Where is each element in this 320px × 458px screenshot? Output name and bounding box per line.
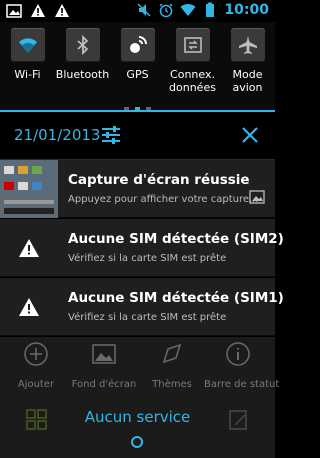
warning-icon [31,4,45,17]
toggle-wifi[interactable]: Wi-Fi [0,28,55,102]
notification-title: Capture d'écran réussie [68,172,250,188]
gps-icon [129,36,147,53]
clock: 10:00 [224,2,269,18]
toggle-label: Wi-Fi [14,68,41,81]
info-icon [226,342,250,366]
home-widget-label: Thèmes [152,379,192,390]
date-label: 21/01/2013 [14,126,101,144]
image-icon [6,4,22,18]
toggle-airplane-mode[interactable]: Mode avion [220,28,275,102]
home-widget-add: Ajouter [2,341,70,390]
notification-screenshot[interactable]: Capture d'écran réussie Appuyez pour aff… [0,160,275,218]
wallpaper-icon [92,344,116,364]
settings-sliders-icon[interactable] [100,124,122,146]
notification-header: 21/01/2013 [0,110,275,160]
wifi-icon [180,4,196,16]
notification-icon [0,278,58,336]
alarm-icon [159,3,173,18]
add-icon [24,342,48,366]
home-widget-wallpaper: Fond d'écran [70,341,138,390]
toggle-label: GPS [126,68,149,81]
notification-no-sim-1[interactable]: Aucune SIM détectée (SIM1) Vérifiez si l… [0,278,284,336]
home-widget-label: Ajouter [17,379,55,390]
carrier-label: Aucun service [84,408,191,426]
notification-subtitle: Vérifiez si la carte SIM est prête [68,312,227,323]
close-icon[interactable] [239,124,261,146]
notification-thumbnail [0,160,58,218]
notification-subtitle: Vérifiez si la carte SIM est prête [68,253,227,264]
notification-icon [0,219,58,277]
mute-icon [137,3,151,17]
notification-subtitle: Appuyez pour afficher votre capture... [68,194,259,205]
warning-icon [55,4,69,17]
toggle-label: Mode avion [232,68,263,94]
status-bar: 10:00 [0,0,275,22]
toggle-data-connection[interactable]: Connex. données [165,28,220,102]
image-icon [249,190,265,204]
home-widget-label: Barre de statut [204,379,280,390]
home-widget-status-bar: Barre de statut [204,341,280,390]
toggle-label: Connex. données [169,68,216,94]
wifi-icon [18,38,37,53]
notification-title: Aucune SIM détectée (SIM2) [68,231,284,247]
home-widget-label: Fond d'écran [71,379,137,390]
toggle-bluetooth[interactable]: Bluetooth [55,28,110,102]
bluetooth-icon [76,34,88,56]
home-widget-themes: Thèmes [138,341,206,390]
toggle-gps[interactable]: GPS [110,28,165,102]
toggle-label: Bluetooth [55,68,110,81]
notification-title: Aucune SIM détectée (SIM1) [68,290,284,306]
warning-icon [19,298,39,316]
data-connection-icon [183,37,202,53]
themes-icon [162,343,182,364]
airplane-icon [238,36,257,54]
quick-settings-panel: Wi-Fi Bluetooth GPS Connex. données Mode… [0,22,275,112]
battery-icon [206,2,215,17]
notification-no-sim-2[interactable]: Aucune SIM détectée (SIM2) Vérifiez si l… [0,219,284,277]
warning-icon [19,239,39,257]
drag-handle[interactable] [131,436,143,448]
screenshot-thumbnail [0,160,58,218]
